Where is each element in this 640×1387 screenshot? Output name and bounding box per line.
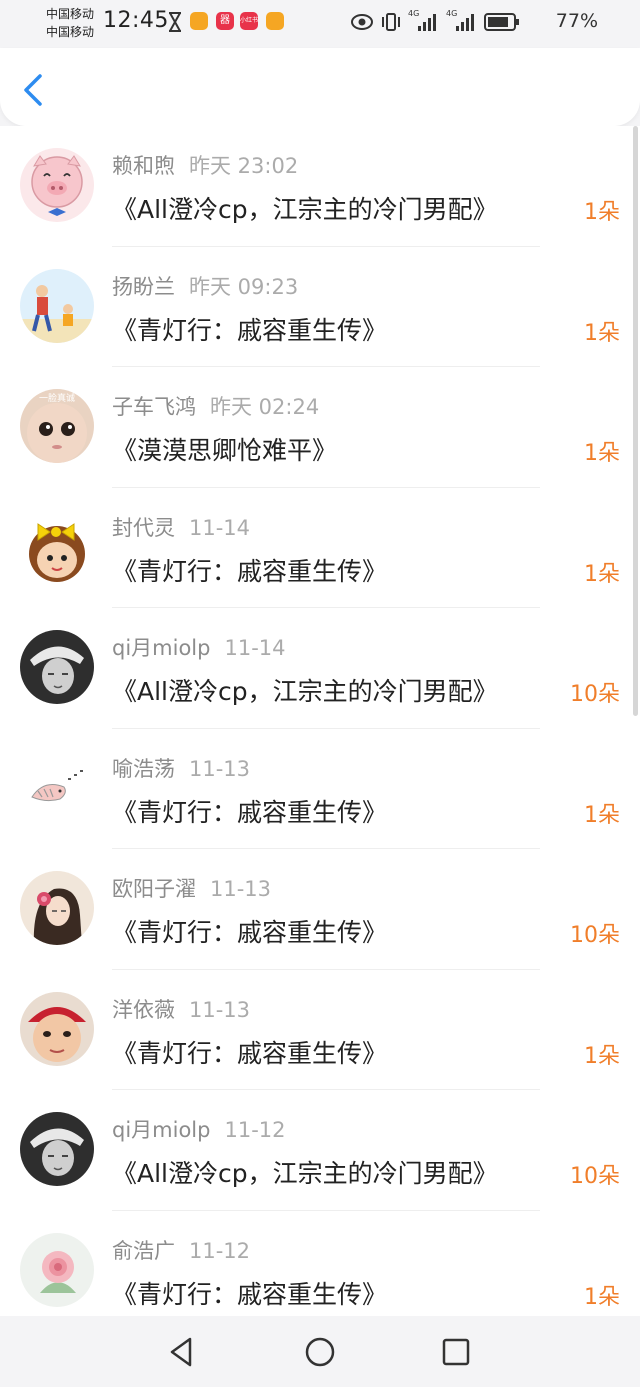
battery-icon	[484, 13, 519, 31]
pig-avatar[interactable]	[20, 148, 94, 222]
clock: 12:45	[103, 8, 169, 33]
sender-name[interactable]: qi月miolp	[112, 1118, 210, 1142]
scrollbar[interactable]	[633, 126, 638, 716]
rose-avatar[interactable]	[20, 1232, 94, 1307]
timestamp: 11-14	[224, 636, 286, 660]
status-icons: 4G 4G	[350, 9, 520, 34]
sender-name[interactable]: qi月miolp	[112, 636, 210, 660]
cartoon-girl-avatar[interactable]	[20, 509, 94, 584]
flower-count: 10朵	[570, 1164, 620, 1189]
flower-count: 1朵	[584, 441, 620, 466]
flower-count: 10朵	[570, 682, 620, 707]
sender-line: 封代灵 11-14	[112, 512, 250, 542]
book-title[interactable]: 《青灯行：戚容重生传》	[112, 913, 387, 949]
book-title[interactable]: 《青灯行：戚容重生传》	[112, 793, 387, 829]
sender-line: qi月miolp 11-12	[112, 1114, 286, 1144]
nav-home-icon[interactable]	[302, 1334, 338, 1370]
signal-2: 4G	[446, 9, 478, 33]
sender-line: 喻浩荡 11-13	[112, 753, 250, 783]
sender-line: 俞浩广 11-12	[112, 1235, 250, 1265]
sender-name[interactable]: 封代灵	[112, 516, 175, 540]
timestamp: 昨天 02:24	[210, 395, 320, 419]
list-item[interactable]: qi月miolp 11-12 《All澄冷cp，江宗主的冷门男配》 10朵	[0, 1090, 640, 1211]
timestamp: 11-12	[224, 1118, 286, 1142]
app-red-icon: 器	[216, 12, 234, 30]
flower-count: 1朵	[584, 200, 620, 225]
sketch-boy-avatar[interactable]	[20, 1112, 94, 1186]
sender-name[interactable]: 俞浩广	[112, 1239, 175, 1263]
book-title[interactable]: 《青灯行：戚容重生传》	[112, 1275, 387, 1311]
sender-line: 洋依薇 11-13	[112, 994, 250, 1024]
sender-line: 扬盼兰 昨天 09:23	[112, 271, 298, 301]
sender-line: 子车飞鸿 昨天 02:24	[112, 391, 319, 421]
nav-recents-icon[interactable]	[438, 1334, 474, 1370]
sender-line: 赖和煦 昨天 23:02	[112, 150, 298, 180]
flower-count: 10朵	[570, 923, 620, 948]
vibrate-icon	[382, 13, 400, 31]
nav-back-icon[interactable]	[164, 1334, 200, 1370]
book-title[interactable]: 《All澄冷cp，江宗主的冷门男配》	[112, 1154, 498, 1190]
list-item[interactable]: 欧阳子濯 11-13 《青灯行：戚容重生传》 10朵	[0, 849, 640, 970]
list-item[interactable]: 洋依薇 11-13 《青灯行：戚容重生传》 1朵	[0, 970, 640, 1090]
system-navbar	[0, 1316, 640, 1387]
signal-1: 4G	[408, 9, 440, 33]
svg-text:一脸真诚: 一脸真诚	[39, 392, 75, 404]
child-hat-avatar[interactable]	[20, 991, 94, 1066]
battery-percent: 77%	[555, 10, 598, 32]
chevron-left-icon[interactable]	[18, 72, 52, 108]
flower-count: 1朵	[584, 1284, 620, 1310]
flower-count: 1朵	[584, 320, 620, 346]
timestamp: 11-13	[189, 756, 251, 781]
book-title[interactable]: 《青灯行：戚容重生传》	[112, 552, 387, 588]
flower-count: 1朵	[584, 802, 620, 828]
list-item[interactable]: 赖和煦 昨天 23:02 《All澄冷cp，江宗主的冷门男配》 1朵	[0, 126, 640, 247]
sender-name[interactable]: 子车飞鸿	[112, 395, 196, 419]
list-item[interactable]: 一脸真诚 子车飞鸿 昨天 02:24 《漠漠思卿怆难平》 1朵	[0, 367, 640, 488]
signal-bars-icon	[456, 14, 474, 31]
status-bar: 中国移动 中国移动 12:45 器小红书 4G 4G 77%	[0, 0, 640, 48]
book-title[interactable]: 《All澄冷cp，江宗主的冷门男配》	[112, 190, 498, 226]
girl-flower-avatar[interactable]	[20, 871, 94, 945]
flower-count: 1朵	[584, 1043, 620, 1069]
flower-count: 1朵	[584, 561, 620, 587]
eye-icon	[351, 14, 373, 30]
kids-avatar[interactable]	[20, 268, 94, 343]
carrier-labels: 中国移动 中国移动	[46, 5, 94, 41]
book-title[interactable]: 《青灯行：戚容重生传》	[112, 1034, 387, 1070]
timestamp: 11-14	[189, 515, 251, 540]
weibo-icon-2	[266, 12, 284, 30]
header-bar	[0, 48, 640, 126]
hourglass-icon	[169, 12, 181, 32]
sender-name[interactable]: 喻浩荡	[112, 757, 175, 781]
sender-name[interactable]: 欧阳子濯	[112, 877, 196, 901]
xiaohongshu-icon: 小红书	[240, 12, 258, 30]
sender-name[interactable]: 扬盼兰	[112, 275, 175, 299]
sender-line: qi月miolp 11-14	[112, 632, 286, 662]
carrier-2: 中国移动	[46, 25, 95, 39]
carrier-1: 中国移动	[46, 7, 95, 21]
sender-name[interactable]: 洋依薇	[112, 998, 175, 1022]
list-item[interactable]: 俞浩广 11-12 《青灯行：戚容重生传》 1朵	[0, 1211, 640, 1317]
timestamp: 11-13	[189, 997, 251, 1022]
timestamp: 昨天 23:02	[189, 154, 299, 178]
list-item[interactable]: 扬盼兰 昨天 09:23 《青灯行：戚容重生传》 1朵	[0, 247, 640, 367]
list-item[interactable]: 喻浩荡 11-13 《青灯行：戚容重生传》 1朵	[0, 729, 640, 849]
baby-avatar[interactable]: 一脸真诚	[20, 389, 94, 463]
gift-list: 赖和煦 昨天 23:02 《All澄冷cp，江宗主的冷门男配》 1朵 扬盼兰 昨天 09:…	[0, 126, 640, 1316]
list-item[interactable]: qi月miolp 11-14 《All澄冷cp，江宗主的冷门男配》 10朵	[0, 608, 640, 729]
timestamp: 11-13	[210, 877, 272, 901]
book-title[interactable]: 《All澄冷cp，江宗主的冷门男配》	[112, 672, 498, 708]
sender-line: 欧阳子濯 11-13	[112, 873, 271, 903]
seal-avatar[interactable]	[20, 750, 94, 825]
sketch-boy-avatar[interactable]	[20, 630, 94, 704]
signal-bars-icon	[418, 14, 436, 31]
book-title[interactable]: 《漠漠思卿怆难平》	[112, 431, 337, 467]
list-item[interactable]: 封代灵 11-14 《青灯行：戚容重生传》 1朵	[0, 488, 640, 608]
timestamp: 11-12	[189, 1238, 251, 1263]
weibo-icon	[190, 12, 208, 30]
book-title[interactable]: 《青灯行：戚容重生传》	[112, 311, 387, 347]
sender-name[interactable]: 赖和煦	[112, 154, 175, 178]
timestamp: 昨天 09:23	[189, 274, 299, 299]
